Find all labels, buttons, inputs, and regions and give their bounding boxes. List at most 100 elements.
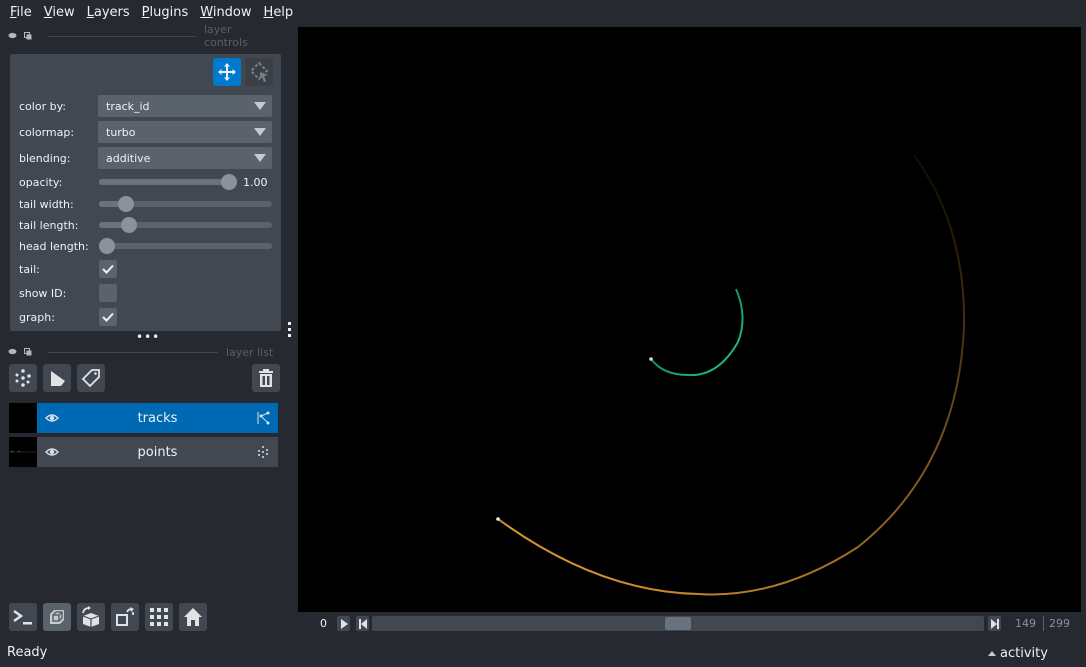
frame-slider-handle[interactable]: [665, 617, 691, 630]
checkmark-icon: [102, 264, 114, 274]
chevron-down-icon: [254, 128, 266, 136]
first-frame-button[interactable]: [356, 616, 369, 631]
last-frame-button[interactable]: [988, 616, 1001, 631]
tail-width-label: tail width:: [19, 197, 74, 211]
colormap-value: turbo: [106, 125, 136, 139]
roll-cube-icon: [82, 606, 100, 627]
checkmark-icon: [102, 312, 114, 322]
layer-row-points[interactable]: points: [9, 437, 278, 467]
menu-view[interactable]: View: [38, 5, 81, 20]
move-arrows-icon: [218, 63, 236, 81]
graph-row: graph:: [19, 307, 274, 327]
menu-plugins[interactable]: Plugins: [136, 5, 195, 20]
tracks-render: [496, 154, 966, 596]
layer-name[interactable]: tracks: [138, 411, 178, 426]
cube-wireframe-icon: [50, 610, 64, 624]
layer-thumbnail: [9, 437, 37, 467]
chevron-down-icon: [254, 154, 266, 162]
close-dock-icon[interactable]: [8, 348, 18, 356]
tracks-icon: [256, 411, 270, 425]
tail-length-slider-handle[interactable]: [120, 217, 137, 233]
total-frames: 299: [1049, 617, 1070, 630]
head-length-slider[interactable]: [99, 238, 272, 254]
transform-mode-button[interactable]: [245, 58, 273, 86]
opacity-slider-handle[interactable]: [221, 174, 237, 190]
delete-layer-button[interactable]: [252, 364, 280, 392]
graph-label: graph:: [19, 310, 55, 324]
activity-label: activity: [1000, 646, 1048, 661]
skip-forward-icon: [990, 618, 999, 629]
color-by-label: color by:: [19, 99, 66, 113]
opacity-label: opacity:: [19, 175, 63, 189]
grid-view-button[interactable]: [145, 603, 173, 631]
close-dock-icon[interactable]: [8, 32, 18, 40]
layer-name[interactable]: points: [138, 445, 178, 460]
console-icon: [13, 609, 32, 625]
track-inner-head: [649, 357, 653, 361]
color-by-select[interactable]: track_id: [98, 95, 272, 117]
menu-window[interactable]: Window: [194, 5, 257, 20]
head-length-slider-handle[interactable]: [99, 238, 115, 254]
console-button[interactable]: [9, 603, 37, 631]
show-id-row: show ID:: [19, 283, 274, 303]
visibility-eye-icon[interactable]: [45, 445, 59, 459]
layer-row-tracks[interactable]: tracks: [9, 403, 278, 433]
shapes-icon: [51, 371, 65, 386]
frame-separator: [1043, 616, 1044, 631]
blending-value: additive: [106, 151, 151, 165]
tail-checkbox[interactable]: [99, 260, 117, 278]
float-dock-icon[interactable]: [23, 32, 34, 40]
chevron-down-icon: [254, 102, 266, 110]
colormap-select[interactable]: turbo: [98, 121, 272, 143]
show-id-label: show ID:: [19, 286, 67, 300]
dock-title-divider: [47, 35, 196, 37]
play-icon: [340, 618, 348, 629]
toggle-3d-button[interactable]: [43, 603, 71, 631]
dock-resize-handle[interactable]: [288, 322, 292, 340]
trash-icon: [259, 369, 273, 387]
home-button[interactable]: [179, 603, 207, 631]
home-icon: [184, 608, 202, 626]
graph-checkbox[interactable]: [99, 308, 117, 326]
tail-width-slider-handle[interactable]: [117, 196, 134, 212]
blending-select[interactable]: additive: [98, 147, 272, 169]
tail-length-slider[interactable]: [99, 217, 272, 233]
blending-label: blending:: [19, 151, 71, 165]
tail-label: tail:: [19, 262, 40, 276]
menu-help[interactable]: Help: [258, 5, 300, 20]
layer-controls-panel: color by: track_id colormap: turbo blend…: [10, 54, 281, 331]
menu-file[interactable]: File: [4, 5, 38, 20]
viewer-canvas[interactable]: [298, 27, 1081, 612]
menu-layers[interactable]: Layers: [81, 5, 136, 20]
chevron-up-icon: [988, 651, 996, 656]
tag-icon: [81, 369, 100, 388]
transpose-button[interactable]: [111, 603, 139, 631]
float-dock-icon[interactable]: [24, 348, 34, 356]
show-id-checkbox[interactable]: [99, 284, 117, 302]
layer-controls-dock-title: layer controls: [8, 23, 278, 49]
menu-bar: File View Layers Plugins Window Help: [0, 0, 1086, 24]
skip-back-icon: [358, 618, 367, 629]
visibility-eye-icon[interactable]: [45, 411, 59, 425]
new-shapes-layer-button[interactable]: [43, 364, 71, 392]
dock-splitter-handle[interactable]: •••: [136, 331, 160, 343]
grid-icon: [150, 608, 168, 626]
roll-dims-button[interactable]: [77, 603, 105, 631]
opacity-value: 1.00: [243, 176, 268, 189]
play-button[interactable]: [337, 616, 350, 631]
frame-slider[interactable]: [372, 616, 984, 631]
layer-thumbnail: [9, 403, 37, 433]
frame-axis-label: 0: [320, 617, 327, 630]
tail-length-label: tail length:: [19, 218, 79, 232]
new-points-layer-button[interactable]: [9, 364, 37, 392]
current-frame[interactable]: 149: [1015, 617, 1036, 630]
points-icon: [15, 369, 31, 387]
new-labels-layer-button[interactable]: [77, 364, 105, 392]
layer-body[interactable]: points: [37, 437, 278, 467]
dims-slider-bar: 0 149 299: [298, 613, 1086, 635]
tail-width-slider[interactable]: [99, 196, 272, 212]
activity-toggle[interactable]: activity: [988, 646, 1048, 661]
layer-body[interactable]: tracks: [37, 403, 278, 433]
pan-zoom-mode-button[interactable]: [213, 58, 241, 86]
opacity-slider[interactable]: [99, 174, 237, 190]
